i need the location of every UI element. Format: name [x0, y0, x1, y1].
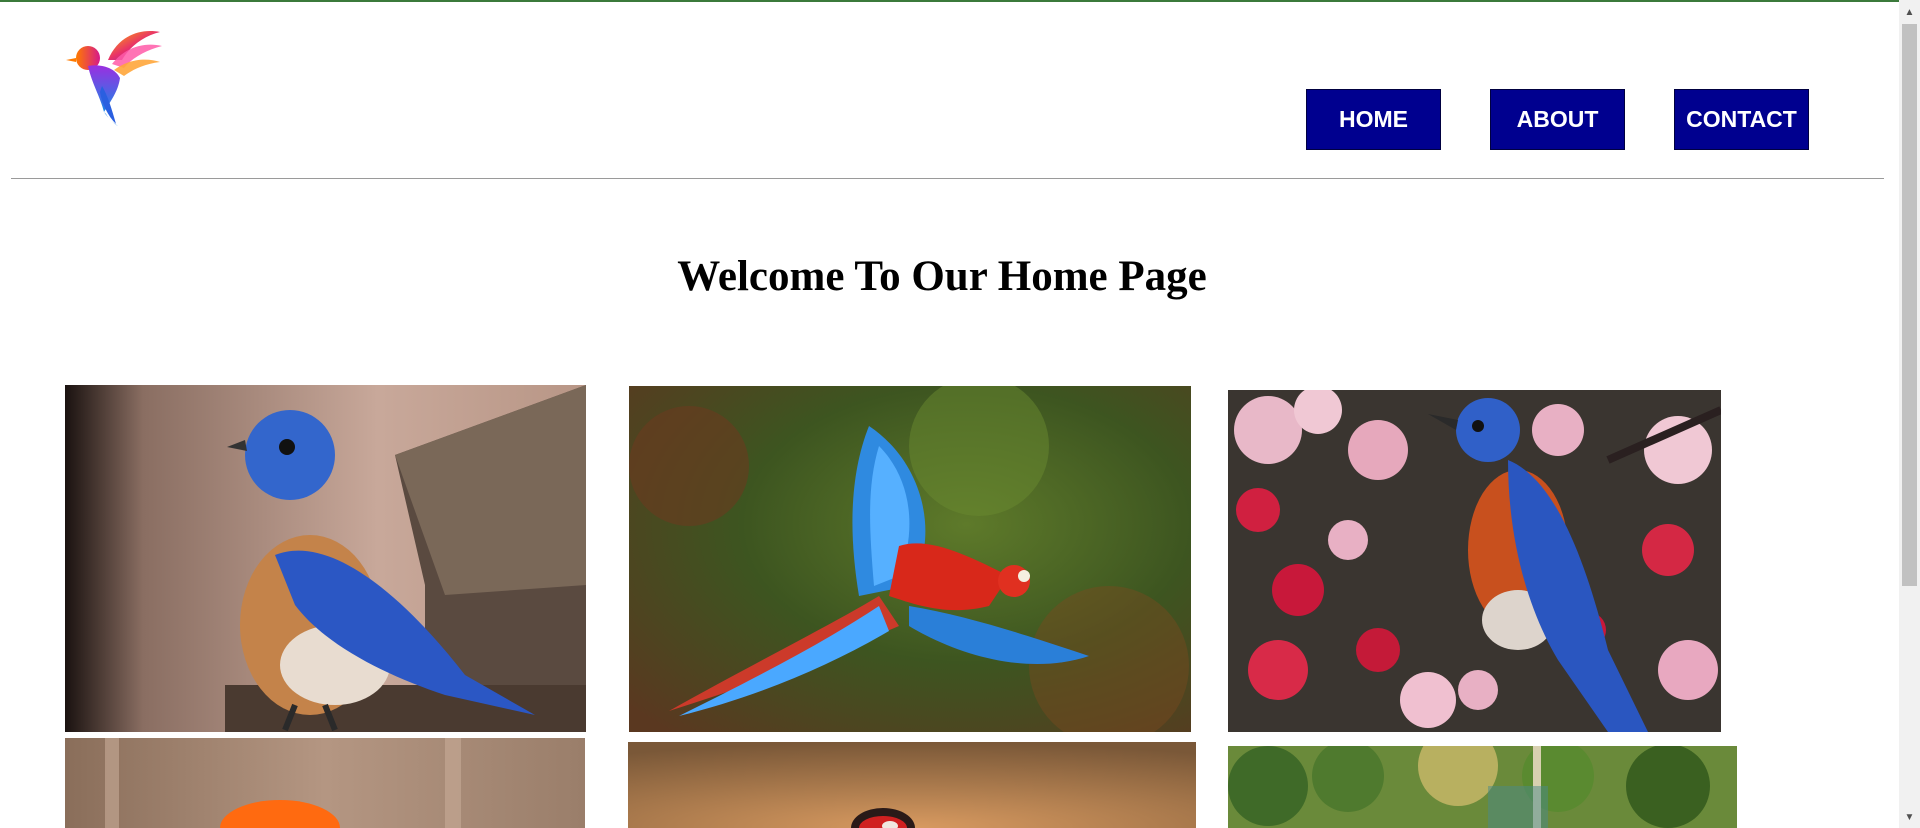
main-nav: HOME ABOUT CONTACT [1306, 89, 1809, 150]
flying-macaw-image[interactable] [629, 386, 1191, 732]
orange-bird-image[interactable] [65, 738, 585, 828]
bird-logo-icon[interactable] [64, 26, 164, 126]
goldfinch-image[interactable] [628, 742, 1196, 828]
vertical-scrollbar[interactable]: ▲ ▼ [1899, 0, 1920, 828]
forest-garden-image[interactable] [1228, 746, 1737, 828]
bluebird-in-blossoms-image[interactable] [1228, 390, 1721, 732]
header-divider [11, 178, 1884, 179]
page-title: Welcome To Our Home Page [677, 253, 1207, 300]
nav-home-button[interactable]: HOME [1306, 89, 1441, 150]
scroll-down-arrow-icon[interactable]: ▼ [1899, 807, 1920, 828]
window-top-border [0, 0, 1920, 2]
bluebird-on-birdhouse-image[interactable] [65, 385, 586, 732]
nav-contact-button[interactable]: CONTACT [1674, 89, 1809, 150]
scroll-up-arrow-icon[interactable]: ▲ [1899, 2, 1920, 23]
scrollbar-thumb[interactable] [1902, 24, 1917, 586]
nav-about-button[interactable]: ABOUT [1490, 89, 1625, 150]
